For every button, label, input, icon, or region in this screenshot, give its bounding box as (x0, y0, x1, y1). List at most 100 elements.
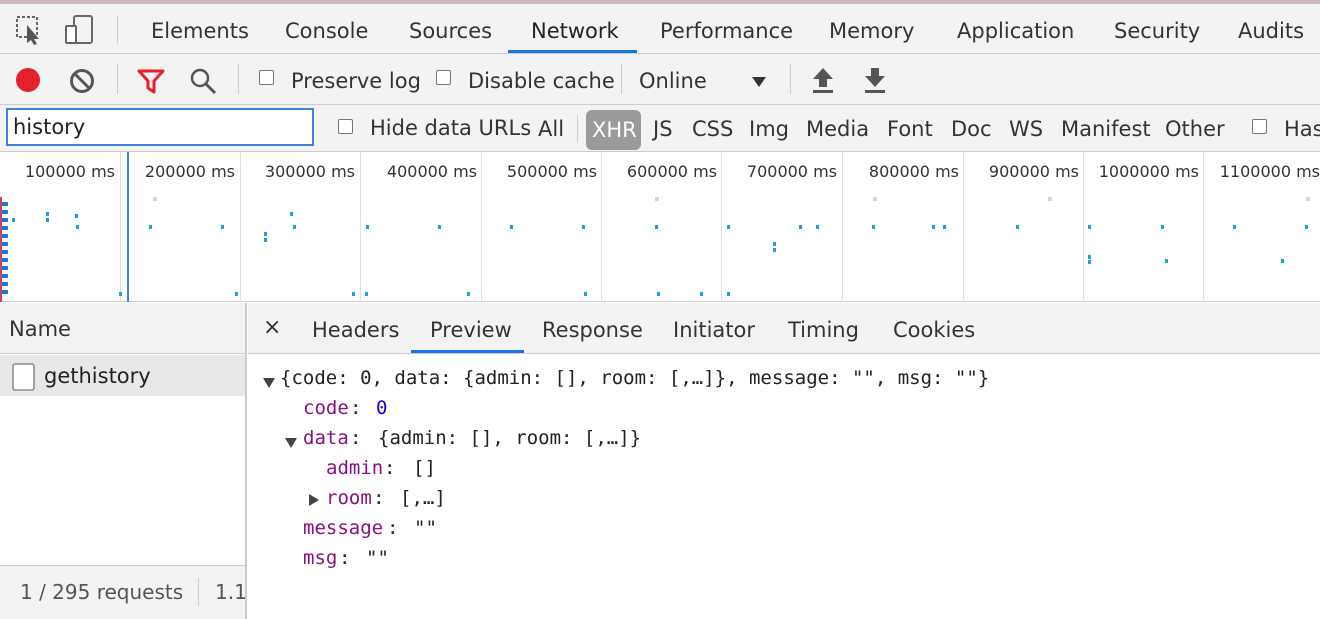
tab-timing[interactable]: Timing (788, 303, 859, 354)
expanded-triangle-icon[interactable] (285, 433, 297, 452)
json-array-summary: [,…] (400, 487, 446, 509)
timeline-request-mark (119, 292, 122, 296)
preserve-log-checkbox[interactable] (259, 70, 274, 85)
network-overview-timeline[interactable]: 100000 ms 200000 ms 300000 ms 400000 ms … (0, 152, 1320, 302)
timeline-tick-label: 800000 ms (868, 162, 959, 181)
timeline-request-mark (655, 197, 659, 201)
type-filter-manifest[interactable]: Manifest (1061, 115, 1151, 143)
tab-security[interactable]: Security (1114, 8, 1200, 54)
type-filter-doc[interactable]: Doc (951, 115, 992, 143)
inspect-element-icon[interactable] (15, 15, 45, 49)
json-object-summary: {admin: [], room: [,…]} (378, 427, 642, 449)
timeline-request-mark (872, 225, 875, 229)
timeline-request-mark (352, 292, 355, 296)
disable-cache-label[interactable]: Disable cache (468, 68, 615, 94)
type-filter-img[interactable]: Img (749, 115, 789, 143)
timeline-gridline (360, 152, 361, 302)
separator (621, 64, 622, 94)
chevron-down-icon[interactable] (751, 73, 767, 92)
json-colon: : (384, 457, 396, 479)
json-array-value: [] (413, 457, 436, 479)
timeline-request-mark (467, 292, 470, 296)
json-colon: : (350, 427, 362, 449)
type-filter-other[interactable]: Other (1165, 115, 1225, 143)
record-icon[interactable] (15, 67, 41, 97)
timeline-request-mark (943, 225, 946, 229)
timeline-request-mark (932, 225, 935, 229)
import-har-icon[interactable] (810, 66, 836, 98)
timeline-request-mark (510, 225, 513, 229)
clear-icon[interactable] (69, 68, 95, 98)
separator (577, 115, 578, 143)
timeline-request-mark (46, 212, 49, 216)
tab-cookies[interactable]: Cookies (893, 303, 975, 354)
timeline-request-mark (149, 225, 152, 229)
tab-headers[interactable]: Headers (312, 303, 399, 354)
tab-initiator[interactable]: Initiator (673, 303, 755, 354)
tab-audits[interactable]: Audits (1238, 8, 1304, 54)
tab-console[interactable]: Console (285, 8, 368, 54)
separator (198, 578, 199, 606)
timeline-tick-label: 200000 ms (144, 162, 235, 181)
tab-response[interactable]: Response (542, 303, 643, 354)
json-colon: : (350, 397, 362, 419)
timeline-request-mark (264, 232, 267, 236)
json-colon: : (387, 517, 399, 539)
filter-icon[interactable] (137, 68, 165, 98)
request-row[interactable]: gethistory (0, 355, 245, 396)
filter-input[interactable] (6, 108, 314, 146)
type-filter-all[interactable]: All (538, 115, 564, 143)
type-filter-xhr[interactable]: XHR (592, 116, 637, 144)
type-filter-js[interactable]: JS (653, 115, 673, 143)
tab-elements[interactable]: Elements (151, 8, 249, 54)
timeline-request-mark (1165, 259, 1168, 263)
has-blocked-checkbox[interactable] (1252, 119, 1267, 134)
detail-tab-bar: × Headers Preview Response Initiator Tim… (248, 303, 1320, 354)
separator (790, 64, 791, 94)
device-toolbar-icon[interactable] (64, 14, 96, 50)
filter-bar: Hide data URLs All XHR JS CSS Img Media … (0, 105, 1320, 152)
timeline-tick-label: 100000 ms (24, 162, 115, 181)
timeline-request-mark (1306, 197, 1310, 201)
search-icon[interactable] (189, 67, 217, 99)
name-column-header[interactable]: Name (0, 303, 245, 354)
tab-application[interactable]: Application (957, 8, 1074, 54)
timeline-request-mark (76, 225, 79, 229)
timeline-request-mark (365, 292, 368, 296)
expanded-triangle-icon[interactable] (263, 373, 275, 392)
timeline-request-mark (1088, 255, 1091, 259)
timeline-request-mark (582, 225, 585, 229)
tab-performance[interactable]: Performance (660, 8, 793, 54)
timeline-request-mark (1161, 225, 1164, 229)
export-har-icon[interactable] (862, 66, 888, 98)
throttling-select[interactable]: Online (639, 68, 707, 94)
tab-memory[interactable]: Memory (829, 8, 914, 54)
timeline-request-mark (700, 292, 703, 296)
timeline-request-mark (1016, 225, 1019, 229)
has-blocked-label[interactable]: Has (1284, 115, 1320, 143)
name-header-label: Name (9, 317, 71, 341)
type-filter-css[interactable]: CSS (692, 115, 733, 143)
timeline-request-mark (1305, 225, 1308, 229)
timeline-gridline (1203, 152, 1204, 302)
timeline-request-mark (235, 292, 238, 296)
json-colon: : (373, 487, 385, 509)
hide-data-urls-checkbox[interactable] (338, 119, 353, 134)
close-icon[interactable]: × (263, 303, 281, 354)
collapsed-triangle-icon[interactable] (309, 491, 319, 510)
tab-sources[interactable]: Sources (409, 8, 492, 54)
hide-data-urls-label[interactable]: Hide data URLs (370, 114, 531, 142)
timeline-request-mark (46, 218, 49, 222)
type-filter-font[interactable]: Font (887, 115, 933, 143)
request-name: gethistory (44, 364, 151, 388)
type-filter-ws[interactable]: WS (1009, 115, 1043, 143)
timeline-bars (2, 202, 8, 298)
tab-preview[interactable]: Preview (430, 303, 512, 354)
timeline-request-mark (1281, 259, 1284, 263)
timeline-tick-label: 500000 ms (506, 162, 597, 181)
preserve-log-label[interactable]: Preserve log (291, 68, 421, 94)
tab-network[interactable]: Network (531, 8, 619, 54)
disable-cache-checkbox[interactable] (436, 70, 451, 85)
json-colon: : (339, 547, 351, 569)
type-filter-media[interactable]: Media (806, 115, 869, 143)
